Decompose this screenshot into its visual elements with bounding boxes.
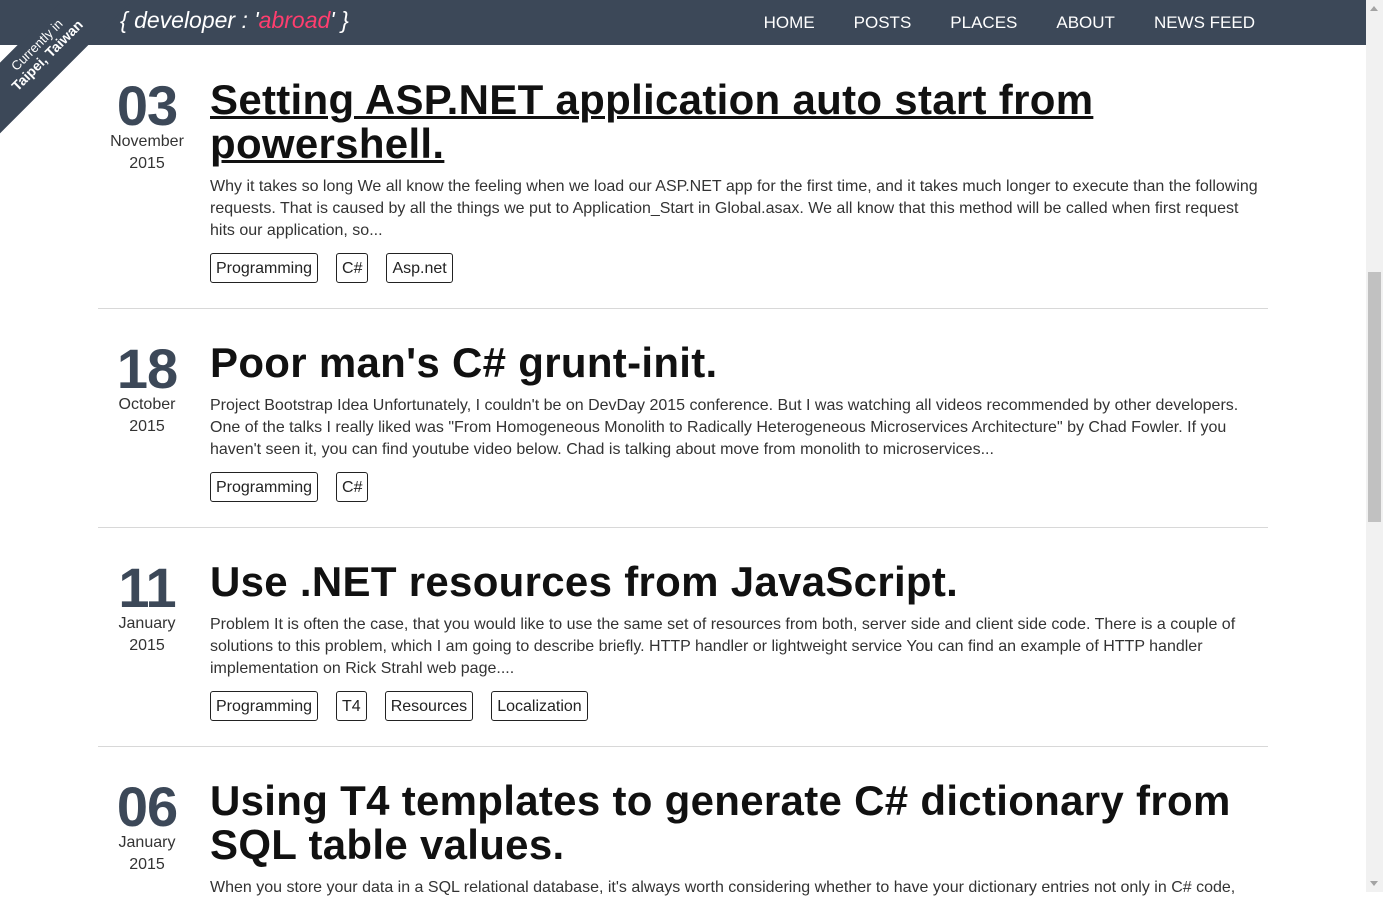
post-tags: Programming T4 Resources Localization [210,691,1260,721]
post-excerpt: Why it takes so long We all know the fee… [210,178,1258,239]
post-title-link[interactable]: Poor man's C# grunt-init. [210,341,1260,385]
tag-csharp[interactable]: C# [336,253,369,283]
scrollbar-thumb[interactable] [1368,272,1381,522]
nav-news-feed[interactable]: NEWS FEED [1154,13,1255,33]
tag-localization[interactable]: Localization [491,691,588,721]
post-list: 03 November 2015 Setting ASP.NET applica… [98,45,1268,907]
post-year: 2015 [129,856,165,873]
tag-t4[interactable]: T4 [336,691,367,721]
post-day: 18 [116,337,178,400]
post-year: 2015 [129,155,165,172]
nav-about[interactable]: ABOUT [1056,13,1115,33]
post-date: 06 January 2015 [98,775,196,876]
main-nav: HOME POSTS PLACES ABOUT NEWS FEED [725,0,1255,45]
site-brand[interactable]: { developer : 'abroad' } [120,7,349,34]
nav-home[interactable]: HOME [764,13,815,33]
post-tags: Programming C# Asp.net [210,253,1260,283]
post-date: 18 October 2015 [98,337,196,438]
post-body: Using T4 templates to generate C# dictio… [210,779,1260,899]
location-ribbon: Currently in Taipei, Taiwan [0,0,140,140]
post-year: 2015 [129,637,165,654]
post-item: 18 October 2015 Poor man's C# grunt-init… [98,309,1268,528]
nav-places[interactable]: PLACES [950,13,1017,33]
top-navbar: { developer : 'abroad' } HOME POSTS PLAC… [0,0,1366,45]
post-item: 03 November 2015 Setting ASP.NET applica… [98,45,1268,309]
post-title-link[interactable]: Setting ASP.NET application auto start f… [210,78,1260,166]
tag-resources[interactable]: Resources [384,691,474,721]
ribbon-band: Currently in Taipei, Taiwan [0,0,134,140]
post-title-link[interactable]: Using T4 templates to generate C# dictio… [210,779,1260,867]
post-date: 11 January 2015 [98,556,196,657]
post-body: Use .NET resources from JavaScript. Prob… [210,560,1260,721]
post-year: 2015 [129,418,165,435]
post-tags: Programming C# [210,472,1260,502]
post-item: 06 January 2015 Using T4 templates to ge… [98,747,1268,907]
post-title-link[interactable]: Use .NET resources from JavaScript. [210,560,1260,604]
post-item: 11 January 2015 Use .NET resources from … [98,528,1268,747]
vertical-scrollbar[interactable] [1366,0,1383,892]
ribbon-currently-label: Currently in [8,16,66,74]
post-excerpt: When you store your data in a SQL relati… [210,879,1236,896]
post-month: January [118,615,176,632]
brand-accent: abroad [258,7,331,33]
scroll-down-arrow-icon[interactable] [1370,881,1378,886]
brand-prefix: { developer : ' [120,7,259,33]
tag-programming[interactable]: Programming [210,691,319,721]
tag-csharp[interactable]: C# [336,472,369,502]
post-excerpt: Project Bootstrap Idea Unfortunately, I … [210,397,1239,458]
post-excerpt: Problem It is often the case, that you w… [210,616,1236,677]
post-day: 06 [116,775,178,838]
tag-aspnet[interactable]: Asp.net [386,253,453,283]
nav-posts[interactable]: POSTS [854,13,912,33]
post-day: 11 [118,556,176,619]
post-month: January [118,834,176,851]
post-month: October [118,396,176,413]
tag-programming[interactable]: Programming [210,472,319,502]
brand-suffix: ' } [330,7,349,33]
tag-programming[interactable]: Programming [210,253,319,283]
post-body: Poor man's C# grunt-init. Project Bootst… [210,341,1260,502]
post-body: Setting ASP.NET application auto start f… [210,78,1260,283]
scroll-up-arrow-icon[interactable] [1370,6,1378,11]
